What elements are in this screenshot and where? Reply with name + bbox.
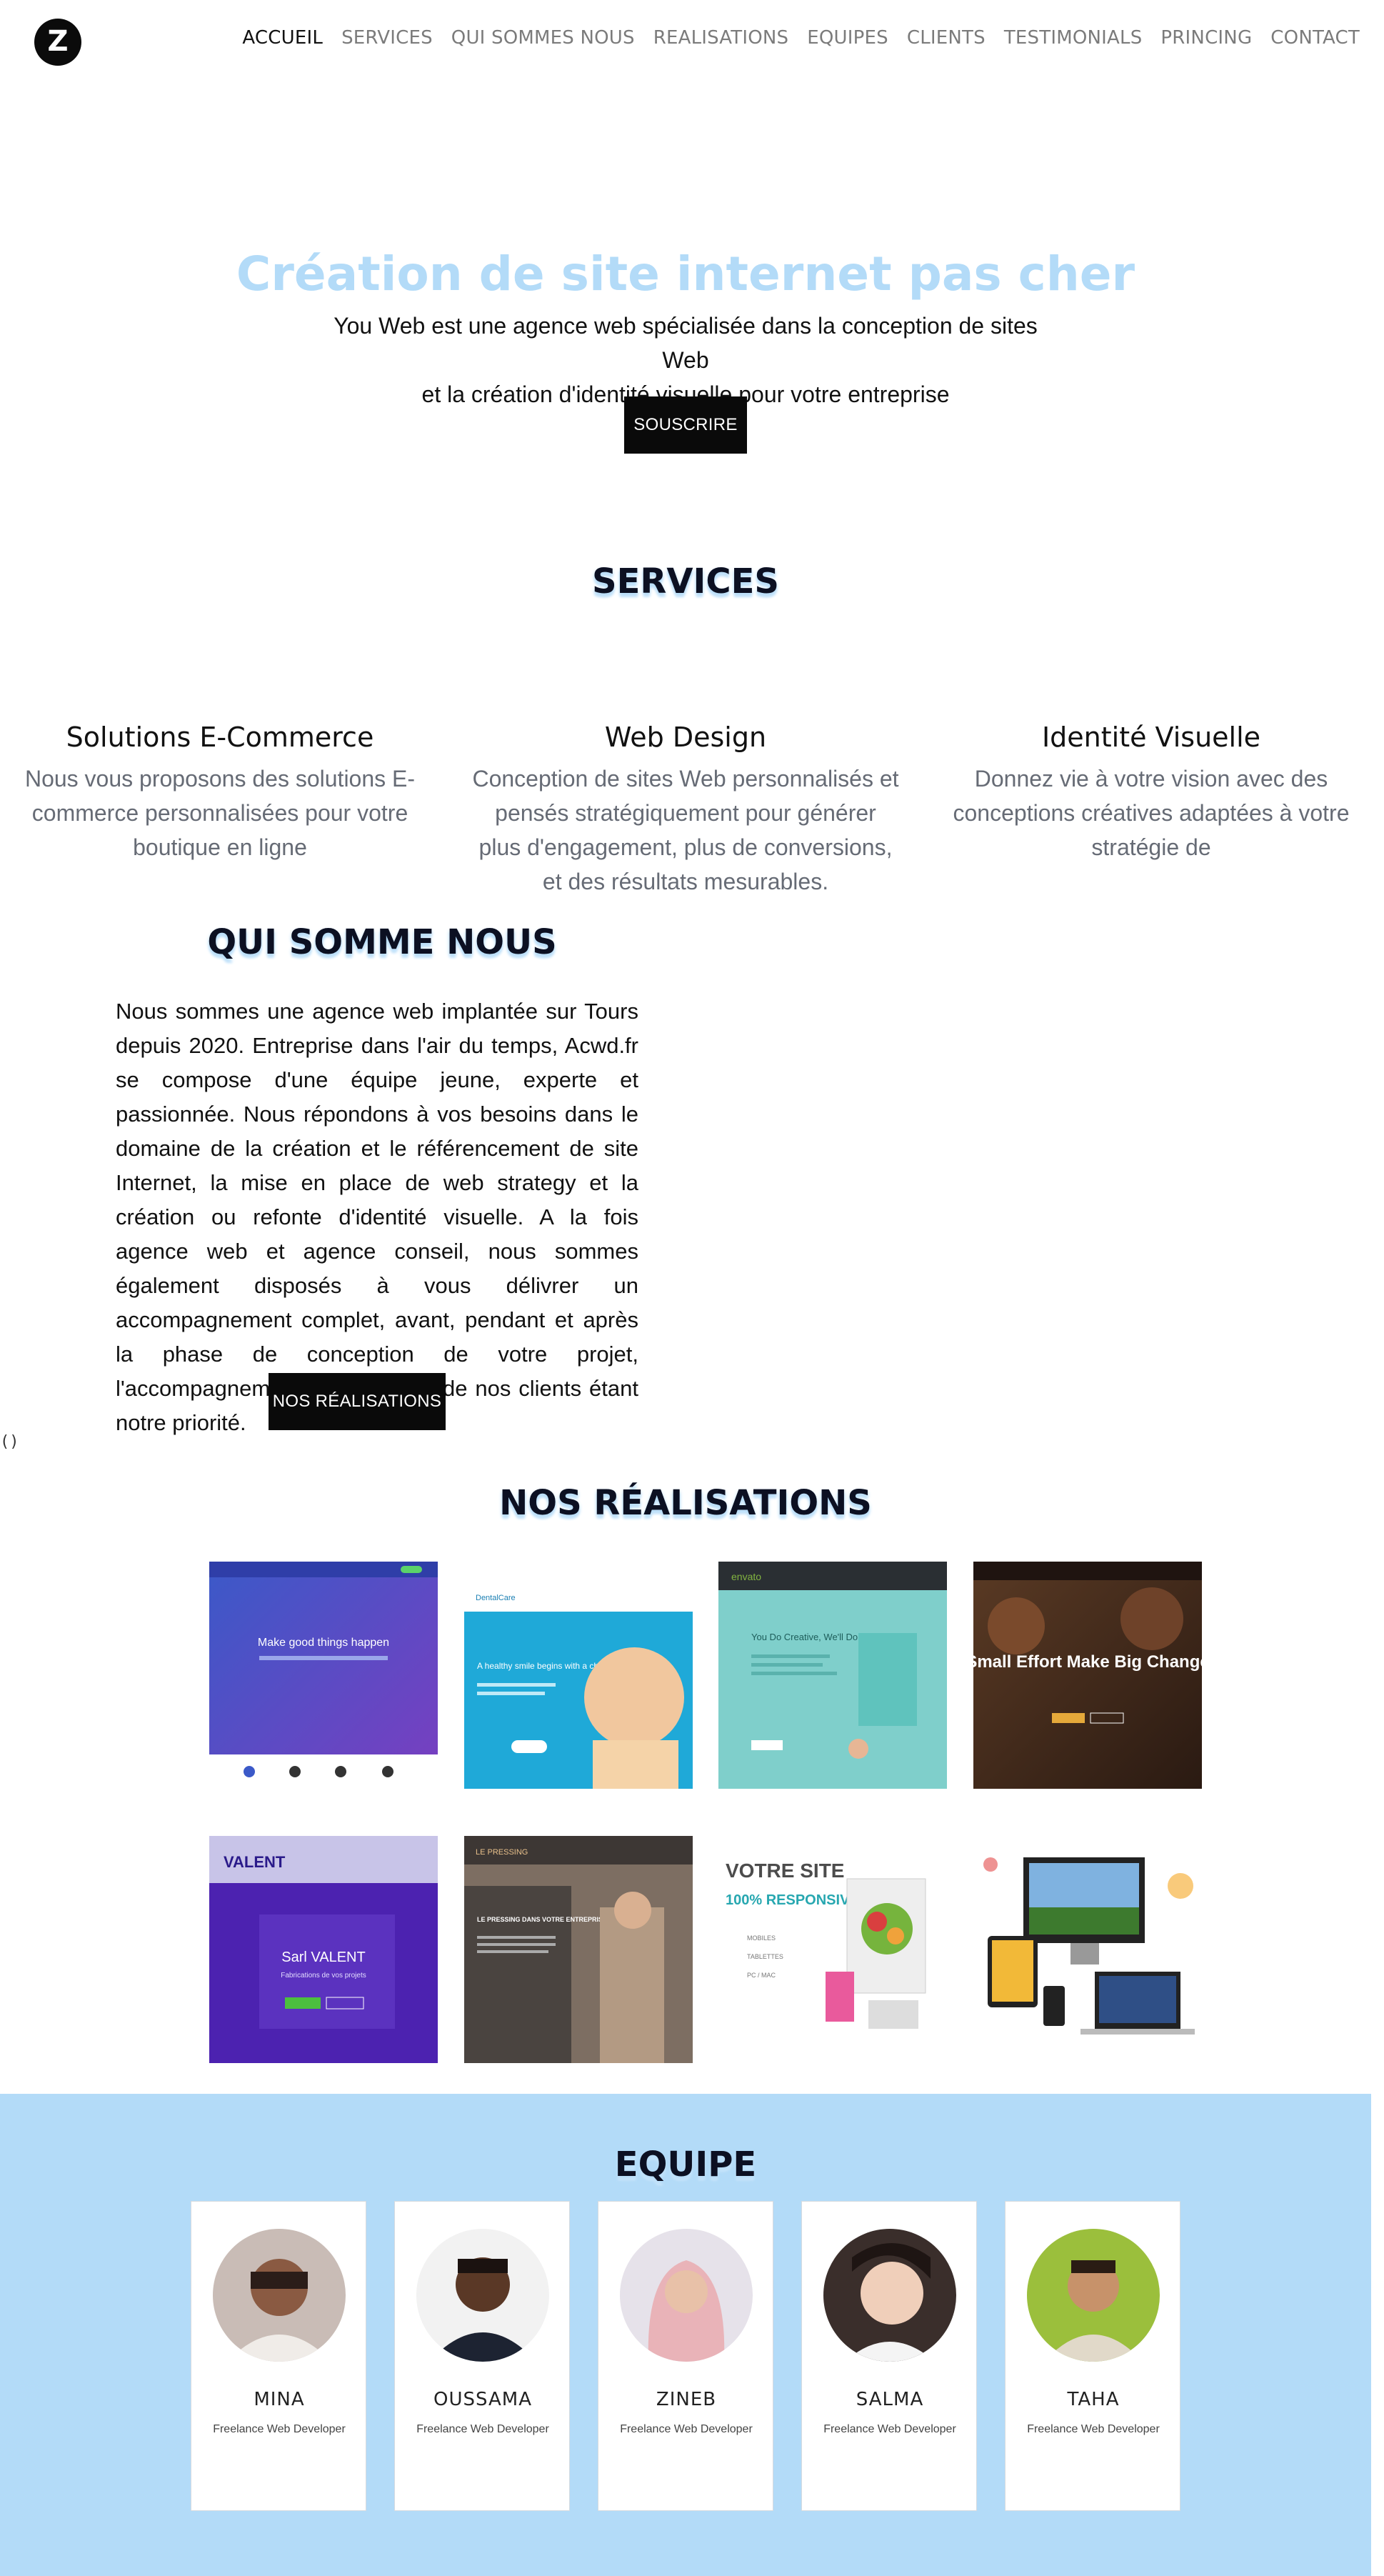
portfolio-brand: DentalCare [476, 1594, 516, 1602]
member-role: Freelance Web Developer [823, 2423, 956, 2435]
nav-link-qui-sommes-nous[interactable]: QUI SOMMES NOUS [451, 27, 635, 49]
portfolio-screenshot: Make good things happen [209, 1562, 438, 1789]
portfolio-item-6[interactable]: LE PRESSING LE PRESSING DANS VOTRE ENTRE… [464, 1836, 693, 2063]
nav-link-realisations[interactable]: REALISATIONS [653, 27, 789, 49]
services-title: SERVICES [592, 561, 779, 601]
avatar [213, 2229, 346, 2362]
service-card-identite-visuelle: Identité Visuelle Donnez vie à votre vis… [937, 722, 1365, 864]
team-card-oussama[interactable]: OUSSAMA Freelance Web Developer [394, 2201, 570, 2511]
avatar [823, 2229, 956, 2362]
portfolio-subtitle: 100% RESPONSIVE [726, 1892, 859, 1908]
service-card-ecommerce: Solutions E-Commerce Nous vous proposons… [6, 722, 434, 864]
top-navbar: Z ACCUEIL SERVICES QUI SOMMES NOUS REALI… [0, 0, 1384, 83]
portfolio-subtitle: Fabrications de vos projets [281, 1972, 366, 1980]
portfolio-item-5[interactable]: VALENT Sarl VALENT Fabrications de vos p… [209, 1836, 438, 2063]
portfolio-screenshot: VALENT Sarl VALENT Fabrications de vos p… [209, 1836, 438, 2063]
service-title: Solutions E-Commerce [66, 722, 374, 753]
portfolio-screenshot: LE PRESSING LE PRESSING DANS VOTRE ENTRE… [464, 1836, 693, 2063]
member-name: TAHA [1067, 2389, 1120, 2410]
portfolio-item-7[interactable]: VOTRE SITE 100% RESPONSIVE MOBILES TABLE… [718, 1836, 947, 2063]
avatar [620, 2229, 753, 2362]
logo-button[interactable]: Z [34, 19, 81, 66]
about-title: QUI SOMME NOUS [207, 922, 557, 962]
portfolio-item-4[interactable]: Small Effort Make Big Change [973, 1562, 1202, 1789]
service-title: Web Design [604, 722, 767, 753]
portfolio-headline: VOTRE SITE [726, 1859, 844, 1882]
member-role: Freelance Web Developer [1027, 2423, 1160, 2435]
member-role: Freelance Web Developer [416, 2423, 549, 2435]
member-name: MINA [254, 2389, 305, 2410]
portfolio-tag: PC / MAC [747, 1972, 776, 1979]
nav-link-equipes[interactable]: EQUIPES [807, 27, 888, 49]
team-card-taha[interactable]: TAHA Freelance Web Developer [1005, 2201, 1180, 2511]
avatar [1027, 2229, 1160, 2362]
member-name: SALMA [856, 2389, 924, 2410]
portfolio-headline: Make good things happen [258, 1637, 389, 1649]
nav-link-princing[interactable]: PRINCING [1160, 27, 1252, 49]
team-title: EQUIPE [614, 2145, 757, 2185]
nav-link-clients[interactable]: CLIENTS [907, 27, 986, 49]
avatar [416, 2229, 549, 2362]
nav-link-services[interactable]: SERVICES [341, 27, 433, 49]
team-card-mina[interactable]: MINA Freelance Web Developer [191, 2201, 366, 2511]
hero-line-1: You Web est une agence web spécialisée d… [334, 313, 1038, 373]
portfolio-tag: MOBILES [747, 1935, 776, 1942]
member-name: ZINEB [656, 2389, 717, 2410]
portfolio-headline: Sarl VALENT [281, 1950, 365, 1965]
service-description: Conception de sites Web personnalisés et… [472, 766, 899, 894]
portfolio-headline: LE PRESSING DANS VOTRE ENTREPRISE [477, 1916, 607, 1923]
portfolio-item-8[interactable] [973, 1836, 1202, 2063]
service-description: Donnez vie à votre vision avec des conce… [953, 766, 1350, 860]
portfolio-screenshot: envato You Do Creative, We'll Do the Res… [718, 1562, 947, 1789]
portfolio-brand: LE PRESSING [476, 1848, 528, 1857]
portfolio-screenshot: DentalCare A healthy smile begins with a… [464, 1562, 693, 1789]
realisations-title: NOS RÉALISATIONS [499, 1483, 872, 1523]
portfolio-screenshot: Small Effort Make Big Change [973, 1562, 1202, 1789]
portfolio-item-1[interactable]: Make good things happen [209, 1562, 438, 1789]
hero-title: Création de site internet pas cher [236, 246, 1135, 301]
portfolio-screenshot: VOTRE SITE 100% RESPONSIVE MOBILES TABLE… [718, 1836, 947, 2063]
z-logo-icon: Z [47, 25, 69, 58]
nav-link-accueil[interactable]: ACCUEIL [242, 27, 323, 49]
member-name: OUSSAMA [433, 2389, 532, 2410]
portfolio-tag: TABLETTES [747, 1953, 783, 1960]
service-description: Nous vous proposons des solutions E-comm… [24, 766, 416, 860]
portfolio-headline: A healthy smile begins with a child [477, 1661, 607, 1671]
subscribe-button[interactable]: SOUSCRIRE [624, 396, 747, 454]
nav-link-testimonials[interactable]: TESTIMONIALS [1004, 27, 1143, 49]
portfolio-screenshot [973, 1836, 1202, 2063]
team-card-salma[interactable]: SALMA Freelance Web Developer [801, 2201, 977, 2511]
team-card-zineb[interactable]: ZINEB Freelance Web Developer [598, 2201, 773, 2511]
service-title: Identité Visuelle [1041, 722, 1261, 753]
member-role: Freelance Web Developer [213, 2423, 346, 2435]
portfolio-brand: VALENT [224, 1853, 286, 1871]
member-role: Freelance Web Developer [620, 2423, 753, 2435]
portfolio-item-2[interactable]: DentalCare A healthy smile begins with a… [464, 1562, 693, 1789]
nav-link-contact[interactable]: CONTACT [1270, 27, 1360, 49]
main-menu: ACCUEIL SERVICES QUI SOMMES NOUS REALISA… [242, 27, 1360, 49]
service-card-web-design: Web Design Conception de sites Web perso… [471, 722, 900, 899]
portfolio-headline: Small Effort Make Big Change [973, 1652, 1202, 1672]
stray-text: () [0, 1433, 19, 1451]
portfolio-item-3[interactable]: envato You Do Creative, We'll Do the Res… [718, 1562, 947, 1789]
nos-realisations-button[interactable]: NOS RÉALISATIONS [269, 1373, 446, 1430]
portfolio-brand: envato [731, 1571, 761, 1582]
